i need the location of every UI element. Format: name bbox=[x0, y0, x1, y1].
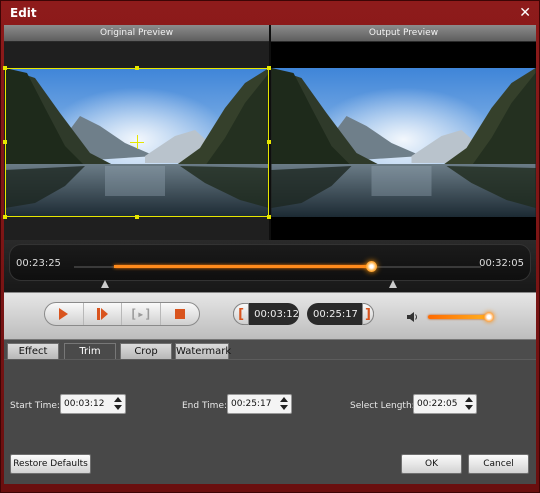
playhead-knob[interactable] bbox=[366, 261, 377, 272]
crop-handle-top-left[interactable] bbox=[3, 66, 7, 70]
output-preview-header: Output Preview bbox=[271, 25, 536, 42]
start-time-up-icon[interactable] bbox=[114, 397, 122, 402]
dialog-client: Original Preview Output Preview 00:23:25… bbox=[3, 25, 536, 484]
preview-area: Original Preview Output Preview bbox=[3, 25, 536, 240]
start-time-label: Start Time: bbox=[10, 401, 60, 411]
end-time-up-icon[interactable] bbox=[280, 397, 288, 402]
edit-dialog: Edit ✕ Original Preview Output Preview 0… bbox=[0, 0, 540, 493]
output-letterbox-bottom bbox=[271, 217, 536, 240]
dialog-button-bar: Restore Defaults OK Cancel bbox=[4, 449, 536, 484]
start-time-readout: 00:03:12 bbox=[254, 308, 299, 320]
start-time-field[interactable]: 00:03:12 bbox=[60, 394, 126, 414]
start-time-down-icon[interactable] bbox=[114, 405, 122, 410]
speaker-icon[interactable] bbox=[407, 311, 419, 323]
select-length-up-icon[interactable] bbox=[465, 397, 473, 402]
restore-defaults-button[interactable]: Restore Defaults bbox=[10, 454, 91, 474]
tab-watermark[interactable]: Watermark bbox=[175, 343, 231, 360]
end-time-readout: 00:25:17 bbox=[313, 308, 358, 320]
close-icon[interactable]: ✕ bbox=[519, 6, 531, 20]
crop-center-crosshair-v bbox=[137, 135, 138, 149]
window-title: Edit bbox=[10, 6, 37, 20]
end-time-stepper bbox=[280, 397, 288, 410]
end-time-label: End Time: bbox=[182, 401, 228, 411]
crop-handle-left[interactable] bbox=[3, 140, 7, 144]
trim-end-marker[interactable] bbox=[389, 280, 397, 288]
volume-knob[interactable] bbox=[484, 312, 494, 322]
next-frame-icon bbox=[96, 308, 108, 320]
play-icon bbox=[59, 308, 69, 320]
title-bar: Edit ✕ bbox=[1, 1, 539, 25]
select-length-value: 00:22:05 bbox=[417, 399, 458, 409]
end-time-down-icon[interactable] bbox=[280, 405, 288, 410]
tabs-bar: Effect Trim Crop Watermark bbox=[4, 340, 536, 360]
crop-handle-bottom-left[interactable] bbox=[3, 215, 7, 219]
current-time: 00:23:25 bbox=[16, 258, 61, 269]
output-letterbox-top bbox=[271, 42, 536, 68]
play-button[interactable] bbox=[45, 303, 84, 325]
stop-button[interactable] bbox=[161, 303, 199, 325]
start-time-box: [ 00:03:12 bbox=[233, 303, 299, 325]
start-time-stepper bbox=[114, 397, 122, 410]
start-time-value: 00:03:12 bbox=[64, 399, 105, 409]
select-length-stepper bbox=[465, 397, 473, 410]
timeline-box: 00:23:25 00:32:05 bbox=[9, 244, 531, 281]
lake-scene-output-image bbox=[271, 68, 536, 217]
crop-handle-top[interactable] bbox=[135, 66, 139, 70]
original-preview-pane bbox=[3, 42, 271, 240]
playback-controls: [▸] [ 00:03:12 00:25:17 ] bbox=[4, 292, 536, 340]
trim-panel: Start Time: 00:03:12 End Time: 00:25:17 … bbox=[4, 359, 536, 449]
mark-frame-button[interactable]: [▸] bbox=[122, 303, 161, 325]
end-time-field[interactable]: 00:25:17 bbox=[227, 394, 292, 414]
next-frame-button[interactable] bbox=[84, 303, 122, 325]
set-start-button[interactable]: [ bbox=[233, 303, 250, 325]
trim-start-marker[interactable] bbox=[101, 280, 109, 288]
end-time-box: 00:25:17 ] bbox=[307, 303, 374, 325]
crop-handle-bottom[interactable] bbox=[135, 215, 139, 219]
timeline-area: 00:23:25 00:32:05 bbox=[4, 240, 536, 292]
tab-effect[interactable]: Effect bbox=[7, 343, 59, 360]
set-end-button[interactable]: ] bbox=[361, 303, 374, 325]
original-preview-header: Original Preview bbox=[4, 25, 269, 42]
stop-icon bbox=[174, 309, 185, 319]
output-preview-pane bbox=[271, 42, 536, 240]
trim-range-fill bbox=[114, 265, 371, 268]
bracket-frame-icon: [▸] bbox=[129, 307, 152, 321]
select-length-down-icon[interactable] bbox=[465, 405, 473, 410]
tab-trim[interactable]: Trim bbox=[64, 343, 116, 360]
playback-button-group: [▸] bbox=[44, 302, 200, 326]
output-video-frame bbox=[271, 68, 536, 217]
end-time-value: 00:25:17 bbox=[231, 399, 272, 409]
tab-crop[interactable]: Crop bbox=[120, 343, 172, 360]
cancel-button[interactable]: Cancel bbox=[468, 454, 529, 474]
select-length-label: Select Length: bbox=[350, 401, 415, 411]
total-time: 00:32:05 bbox=[479, 258, 524, 269]
volume-slider[interactable] bbox=[428, 315, 488, 319]
select-length-field[interactable]: 00:22:05 bbox=[413, 394, 477, 414]
ok-button[interactable]: OK bbox=[401, 454, 462, 474]
